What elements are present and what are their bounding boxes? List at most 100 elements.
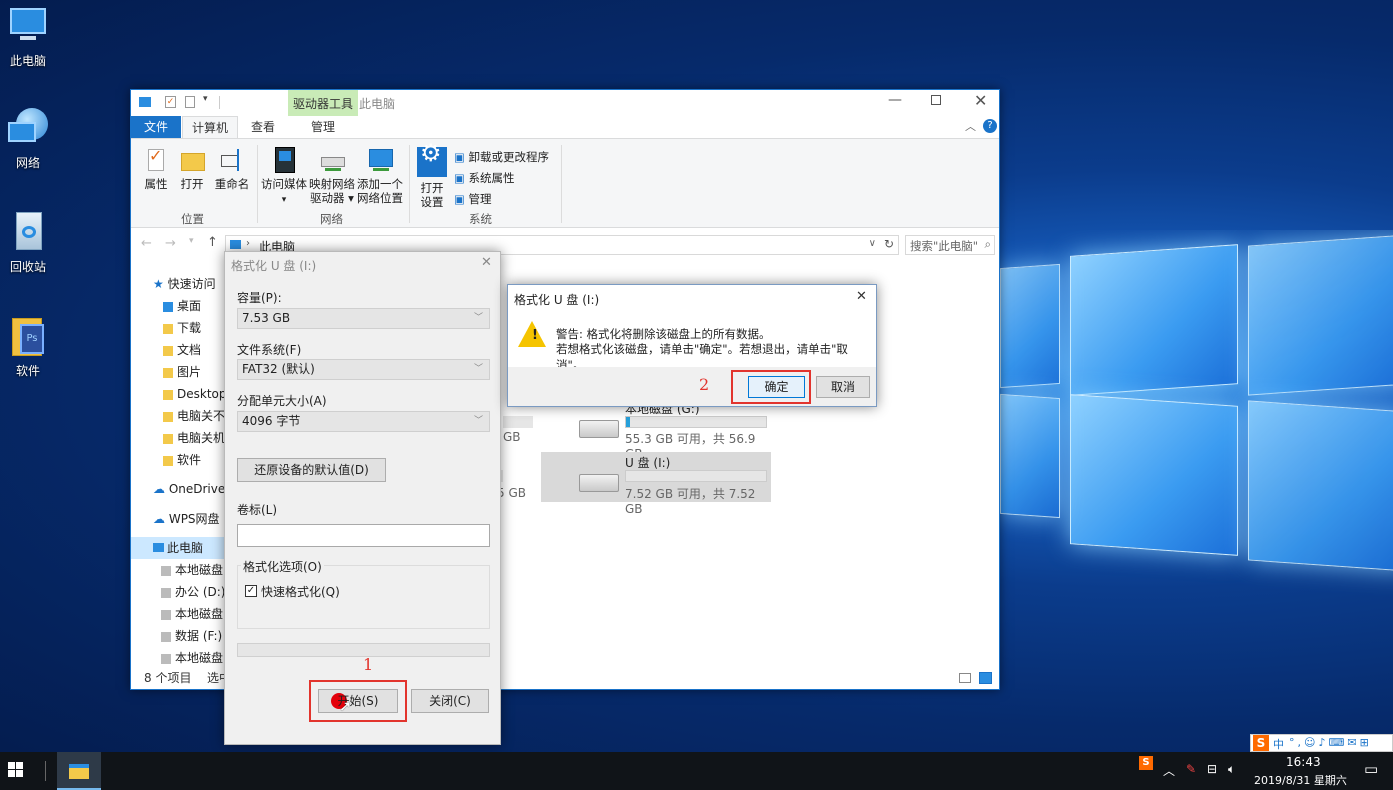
open-button[interactable]: 打开 bbox=[177, 147, 207, 191]
forward-arrow-icon[interactable]: → bbox=[165, 236, 176, 251]
drive-tools-context-tab: 驱动器工具 bbox=[288, 90, 358, 116]
search-box[interactable]: 搜索"此电脑" ⌕ bbox=[905, 235, 995, 255]
ime-tools-icons[interactable]: °,☺♪⌨✉⊞ bbox=[1289, 736, 1372, 749]
ok-button[interactable]: 确定 bbox=[748, 376, 805, 398]
computer-icon bbox=[153, 543, 164, 552]
desktop-icon-this-pc[interactable]: 此电脑 bbox=[0, 4, 56, 69]
ime-mode[interactable]: 中 bbox=[1273, 736, 1284, 752]
up-arrow-icon[interactable]: ↑ bbox=[207, 235, 218, 250]
nav-drive[interactable]: 本地磁盘 bbox=[161, 559, 223, 581]
access-media-button[interactable]: 访问媒体 ▾ bbox=[261, 147, 307, 207]
tray-app-icon[interactable]: ✎ bbox=[1186, 762, 1196, 776]
windows-logo-wallpaper bbox=[1000, 230, 1393, 750]
maximize-button[interactable] bbox=[931, 95, 941, 105]
sogou-ime-icon[interactable]: S bbox=[1253, 735, 1269, 751]
uninstall-program-button[interactable]: ▣ 卸载或更改程序 bbox=[454, 147, 549, 168]
nav-desktop-folder[interactable]: Desktop bbox=[163, 383, 227, 405]
large-icons-view-icon[interactable] bbox=[979, 672, 992, 684]
nav-onedrive[interactable]: ☁ OneDrive bbox=[153, 478, 225, 500]
drive-usage-bar bbox=[625, 470, 767, 482]
open-settings-button[interactable]: ⚙ 打开 设置 bbox=[414, 141, 450, 209]
show-hidden-icons-icon[interactable]: ︿ bbox=[1163, 762, 1175, 779]
button-label: 重命名 bbox=[214, 177, 250, 191]
cloud-icon: ☁ bbox=[153, 482, 165, 496]
drive-tile-usb[interactable]: U 盘 (I:) 7.52 GB 可用，共 7.52 GB bbox=[541, 452, 771, 516]
refresh-icon[interactable]: ↻ bbox=[884, 237, 894, 251]
chevron-down-icon: ﹀ bbox=[473, 364, 483, 374]
nav-pictures[interactable]: 图片 bbox=[163, 361, 201, 383]
nav-this-pc[interactable]: 此电脑 bbox=[131, 537, 226, 559]
button-label: 属性 bbox=[144, 177, 168, 191]
title-bar: ✓ ▾ 驱动器工具 此电脑 — ✕ bbox=[131, 90, 999, 116]
back-arrow-icon[interactable]: ← bbox=[141, 236, 152, 251]
tab-manage[interactable]: 管理 bbox=[288, 116, 358, 138]
address-dropdown-icon[interactable]: ∨ bbox=[869, 238, 876, 249]
properties-button[interactable]: ✓ 属性 bbox=[141, 147, 171, 192]
file-system-select[interactable]: FAT32 (默认) ﹀ bbox=[237, 359, 490, 380]
start-windows-icon[interactable] bbox=[8, 762, 24, 778]
allocation-unit-select[interactable]: 4096 字节 ﹀ bbox=[237, 411, 490, 432]
action-center-icon[interactable]: ▭ bbox=[1364, 760, 1378, 778]
new-folder-quick-icon[interactable] bbox=[185, 96, 195, 108]
customize-qat-icon[interactable]: ▾ bbox=[203, 94, 208, 104]
cancel-button[interactable]: 取消 bbox=[816, 376, 870, 398]
nav-drive[interactable]: 办公 (D:) bbox=[161, 581, 225, 603]
minimize-button[interactable]: — bbox=[888, 92, 902, 108]
nav-documents[interactable]: 文档 bbox=[163, 339, 201, 361]
dialog-title: 格式化 U 盘 (I:) bbox=[231, 259, 317, 273]
manage-button[interactable]: ▣ 管理 bbox=[454, 189, 549, 210]
nav-label: 本地磁盘 bbox=[175, 651, 224, 665]
desktop-icon-recycle-bin[interactable]: 回收站 bbox=[0, 210, 56, 275]
restore-defaults-button[interactable]: 还原设备的默认值(D) bbox=[237, 458, 386, 482]
nav-quick-access[interactable]: ★ 快速访问 bbox=[153, 273, 216, 295]
desktop-icon-label: 软件 bbox=[15, 364, 40, 378]
tab-view[interactable]: 查看 bbox=[241, 116, 285, 138]
network-icon[interactable]: ⊟ bbox=[1207, 762, 1217, 776]
drive-info: 7.52 GB 可用，共 7.52 GB bbox=[625, 487, 756, 516]
map-network-drive-button[interactable]: 映射网络 驱动器 ▾ bbox=[309, 147, 355, 205]
tab-computer[interactable]: 计算机 bbox=[182, 116, 238, 139]
recycle-bin-icon bbox=[6, 210, 50, 254]
clock-time[interactable]: 16:43 bbox=[1286, 755, 1321, 769]
nav-downloads[interactable]: 下载 bbox=[163, 317, 201, 339]
volume-icon[interactable]: 🔈︎ bbox=[1228, 762, 1235, 777]
desktop-icon-software[interactable]: Ps 软件 bbox=[0, 314, 56, 379]
properties-quick-icon[interactable]: ✓ bbox=[165, 96, 176, 108]
sogou-tray-icon[interactable]: S bbox=[1139, 756, 1153, 770]
drive-info-partial: GB bbox=[503, 430, 521, 444]
details-view-icon[interactable] bbox=[959, 673, 971, 683]
chevron-down-icon: ﹀ bbox=[473, 313, 483, 323]
this-pc-small-icon bbox=[139, 97, 151, 107]
collapse-ribbon-icon[interactable]: ︿ bbox=[965, 118, 976, 134]
nav-wps[interactable]: ☁ WPS网盘 bbox=[153, 508, 220, 530]
close-icon[interactable]: ✕ bbox=[481, 255, 492, 270]
capacity-select[interactable]: 7.53 GB ﹀ bbox=[237, 308, 490, 329]
clock-date[interactable]: 2019/8/31 星期六 bbox=[1254, 772, 1347, 788]
volume-label-input[interactable] bbox=[237, 524, 490, 547]
tab-file[interactable]: 文件 bbox=[131, 116, 181, 138]
help-icon[interactable]: ? bbox=[983, 119, 997, 133]
drive-bar-partial bbox=[503, 416, 533, 428]
nav-drive[interactable]: 数据 (F:) bbox=[161, 625, 222, 647]
recent-dropdown-icon[interactable]: ▾ bbox=[189, 236, 194, 246]
nav-drive[interactable]: 本地磁盘 bbox=[161, 603, 223, 625]
close-icon[interactable]: ✕ bbox=[856, 289, 867, 304]
start-button[interactable]: 开始(S) bbox=[318, 689, 398, 713]
nav-desktop[interactable]: 桌面 bbox=[163, 295, 201, 317]
system-properties-button[interactable]: ▣ 系统属性 bbox=[454, 168, 549, 189]
navigation-pane: ★ 快速访问 桌面 下载 文档 图片 Desktop 电脑关不了 电脑关机关 软… bbox=[131, 270, 237, 670]
star-icon: ★ bbox=[153, 277, 164, 291]
nav-drive[interactable]: 本地磁盘 bbox=[161, 647, 223, 669]
rename-button[interactable]: 重命名 bbox=[213, 147, 251, 191]
quick-format-checkbox[interactable]: ✓ bbox=[245, 585, 257, 597]
close-button[interactable]: ✕ bbox=[974, 91, 987, 110]
add-network-location-button[interactable]: 添加一个 网络位置 bbox=[357, 147, 403, 205]
quick-format-label: 快速格式化(Q) bbox=[261, 585, 340, 599]
drive-tile-g[interactable]: 本地磁盘 (G:) 55.3 GB 可用，共 56.9 GB bbox=[543, 400, 771, 461]
taskbar-file-explorer[interactable] bbox=[57, 752, 101, 790]
allocation-unit-label: 分配单元大小(A) bbox=[237, 394, 327, 408]
desktop-icon-network[interactable]: 网络 bbox=[0, 106, 56, 171]
nav-label: 快速访问 bbox=[167, 277, 216, 291]
nav-software[interactable]: 软件 bbox=[163, 449, 201, 471]
close-button[interactable]: 关闭(C) bbox=[411, 689, 489, 713]
